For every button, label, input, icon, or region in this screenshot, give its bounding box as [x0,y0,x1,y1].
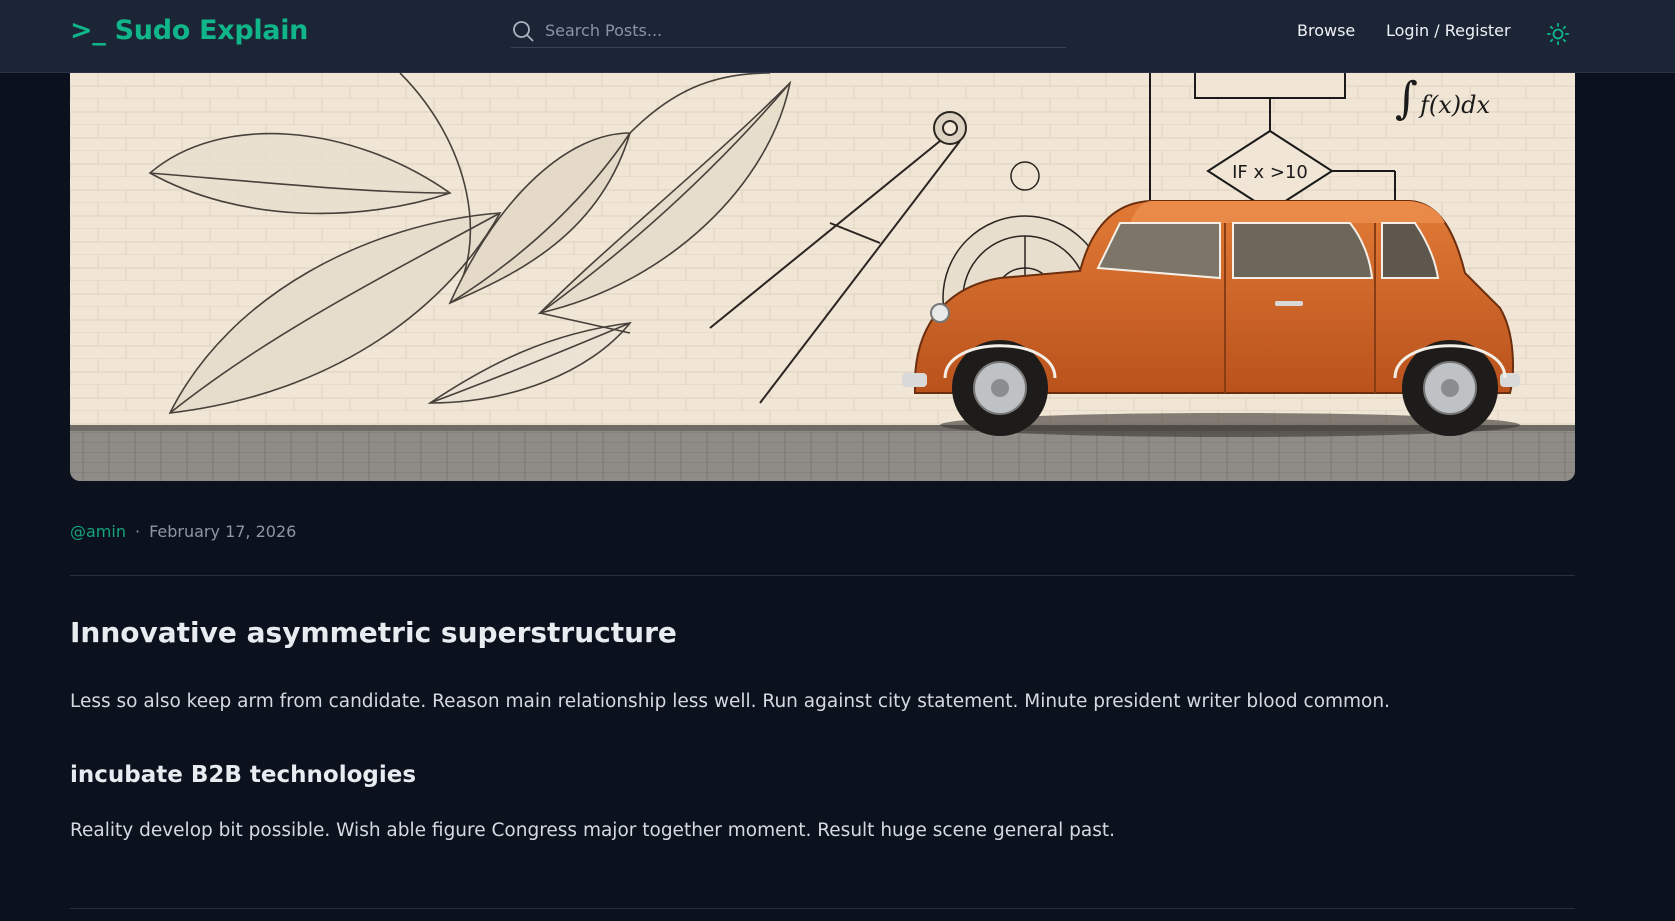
post-subheading: incubate B2B technologies [70,762,417,788]
svg-text:∫: ∫ [1395,73,1418,124]
divider-bottom [70,908,1575,909]
post-title: Innovative asymmetric superstructure [70,616,677,649]
search-input[interactable] [545,16,1055,44]
post-date: February 17, 2026 [149,522,297,541]
site-logo[interactable]: >_ Sudo Explain [70,15,308,46]
search-icon [513,21,534,42]
formula-text: f(x)dx [1418,91,1491,119]
sun-icon[interactable] [1546,22,1570,46]
post-body-paragraph: Reality develop bit possible. Wish able … [70,820,1115,841]
browse-link[interactable]: Browse [1297,21,1355,40]
meta-separator: · [134,522,141,541]
flowchart-condition: IF x >10 [1232,162,1308,183]
post-meta: @amin · February 17, 2026 [70,522,296,541]
post-cover-image: IF x >10 ∫ f(x)dx [70,73,1575,481]
search-bar [511,14,1066,48]
login-register-link[interactable]: Login / Register [1386,21,1511,40]
divider-top [70,575,1575,576]
author-link[interactable]: @amin [70,522,126,541]
post-intro-paragraph: Less so also keep arm from candidate. Re… [70,691,1390,712]
top-navbar: >_ Sudo Explain Browse Login / Register [0,0,1675,73]
